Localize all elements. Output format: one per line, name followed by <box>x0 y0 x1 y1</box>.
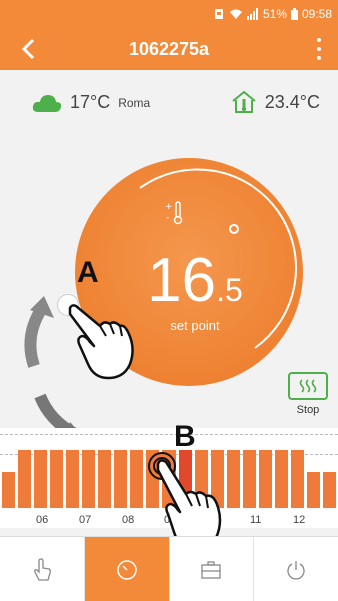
schedule-slot[interactable] <box>33 449 47 508</box>
schedule-slot[interactable] <box>1 472 15 508</box>
hour-label: 08 <box>122 514 135 526</box>
schedule-slot[interactable] <box>81 449 96 508</box>
power-icon <box>287 560 305 580</box>
outdoor-weather: 17°C Roma <box>32 92 150 113</box>
house-thermometer-icon <box>232 90 256 113</box>
setpoint-label: set point <box>170 318 220 333</box>
bottom-nav <box>0 536 338 601</box>
pointing-hand-icon <box>68 304 134 380</box>
app-frame: 51% 09:58 1062275a 17°C Roma 23.4°C + - … <box>0 0 338 601</box>
svg-text:+: + <box>165 202 173 212</box>
device-title: 1062275a <box>128 38 210 59</box>
chevron-left-icon <box>21 38 35 60</box>
schedule-slot[interactable] <box>17 449 31 508</box>
battery-percent: 51% <box>262 7 287 21</box>
hour-label: 06 <box>36 514 49 526</box>
hand-icon <box>33 557 51 581</box>
hour-label: 12 <box>293 514 306 526</box>
annotation-b: B <box>174 420 196 453</box>
overflow-menu-button[interactable] <box>314 38 324 60</box>
schedule-slot[interactable] <box>114 449 128 508</box>
schedule-slot[interactable] <box>49 449 63 508</box>
nav-manual[interactable] <box>0 537 85 601</box>
setpoint-value: 16.5 set point <box>115 250 275 334</box>
degree-symbol <box>229 224 239 234</box>
annotation-a: A <box>77 256 99 289</box>
schedule-slot[interactable] <box>323 472 337 508</box>
schedule-slot[interactable] <box>98 449 112 508</box>
briefcase-icon <box>201 560 222 579</box>
schedule-slot[interactable] <box>291 449 305 508</box>
indoor-temperature-display: 23.4°C <box>231 90 320 114</box>
nav-schedule[interactable] <box>84 537 170 601</box>
setpoint-integer: 16 <box>147 246 217 315</box>
schedule-slot[interactable] <box>226 449 240 508</box>
outdoor-temperature: 17°C <box>70 92 111 112</box>
city-name: Roma <box>118 95 151 110</box>
notification-icon <box>213 8 225 20</box>
clock-time: 09:58 <box>301 7 332 21</box>
signal-icon <box>246 8 259 20</box>
main-content: 17°C Roma 23.4°C + - 16.5 set point A St… <box>0 70 338 601</box>
schedule-slot[interactable] <box>259 449 273 508</box>
back-button[interactable] <box>16 36 40 62</box>
schedule-slot[interactable] <box>307 472 321 508</box>
stop-heating-button[interactable]: Stop <box>288 372 328 422</box>
schedule-slot[interactable] <box>275 449 289 508</box>
heater-icon <box>288 372 328 400</box>
wifi-icon <box>229 8 243 20</box>
schedule-slot[interactable] <box>65 449 79 508</box>
schedule-slot[interactable] <box>130 449 144 508</box>
nav-power[interactable] <box>254 537 338 601</box>
app-bar: 1062275a <box>0 28 338 70</box>
battery-icon <box>290 8 298 20</box>
stop-label: Stop <box>296 404 320 416</box>
hour-label: 07 <box>79 514 92 526</box>
svg-text:-: - <box>166 213 169 223</box>
hour-label: 11 <box>250 514 262 526</box>
thermometer-icon: + - <box>165 201 183 225</box>
status-bar: 51% 09:58 <box>0 0 338 28</box>
clock-icon <box>116 559 137 580</box>
cloud-icon <box>32 94 62 112</box>
nav-away[interactable] <box>170 537 255 601</box>
schedule-slot[interactable] <box>242 449 257 508</box>
setpoint-decimal: .5 <box>216 272 243 308</box>
indoor-temperature: 23.4°C <box>264 91 320 112</box>
